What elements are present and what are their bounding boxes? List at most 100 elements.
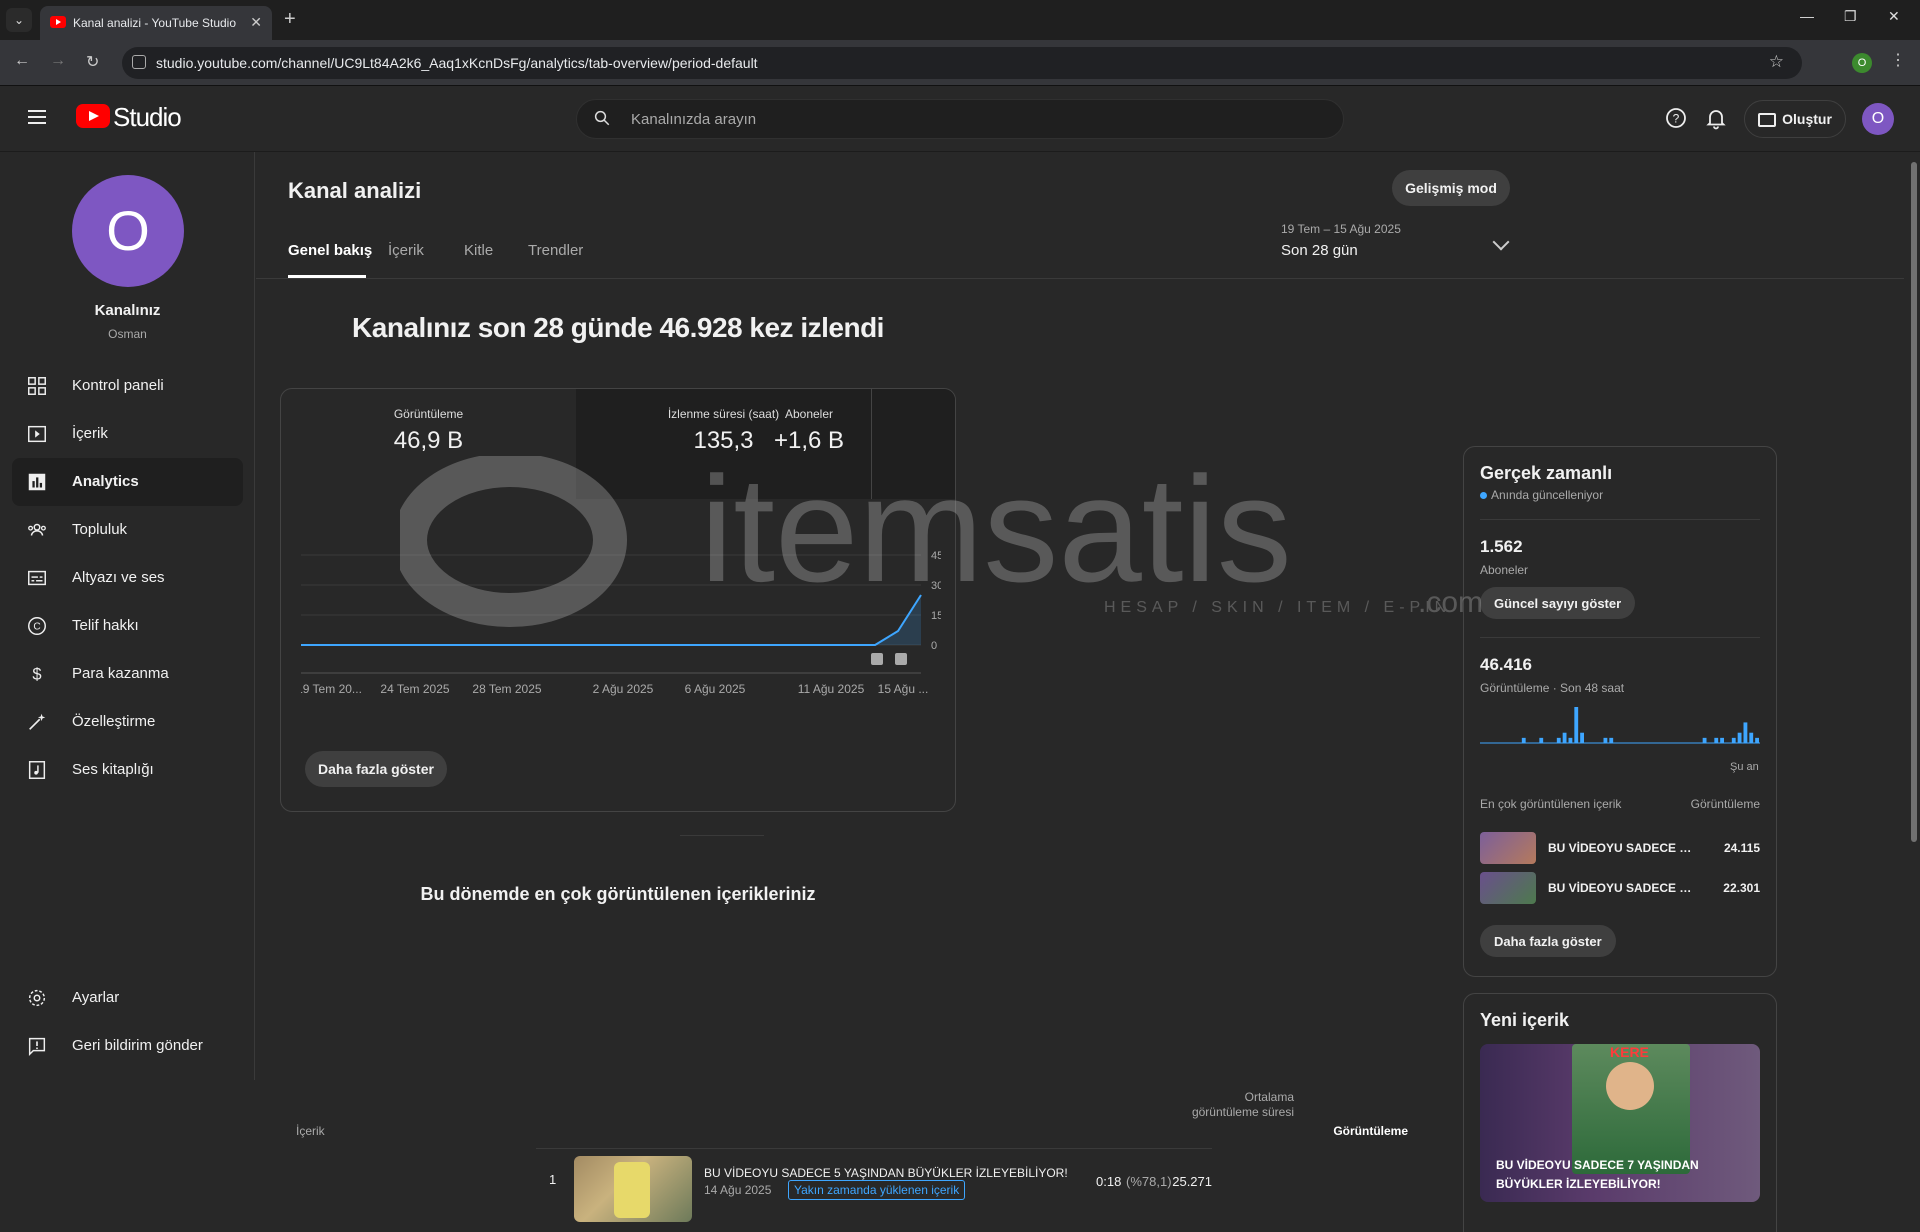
realtime-list-item[interactable]: BU VİDEOYU SADECE 7 YAŞINDAN BÜYÜKLER İZ… [1480,872,1760,904]
realtime-live-status: Anında güncelleniyor [1480,488,1603,502]
sidebar-item-community[interactable]: Topluluk [12,506,243,554]
sidebar-item-content[interactable]: İçerik [12,410,243,458]
upload-marker-icon [895,653,907,665]
magic-wand-icon [29,713,46,730]
sidebar-item-customization[interactable]: Özelleştirme [12,698,243,746]
x-tick-label: 28 Tem 2025 [472,682,541,696]
metric-divider [871,389,872,499]
browser-chrome: ⌄ Kanal analizi - YouTube Studio ✕ + — ❐… [0,0,1920,86]
sidebar-item-feedback[interactable]: Geri bildirim gönder [12,1022,243,1070]
restore-icon[interactable]: ❐ [1844,8,1857,25]
realtime-show-more-button[interactable]: Daha fazla göster [1480,925,1616,957]
realtime-bar [1702,737,1707,743]
close-window-icon[interactable]: ✕ [1888,8,1900,25]
sidebar-item-dashboard[interactable]: Kontrol paneli [12,362,243,410]
tab-overview[interactable]: Genel bakış [288,242,372,259]
video-title[interactable]: BU VİDEOYU SADECE 5 YAŞINDAN BÜYÜKLER İZ… [704,1166,1068,1180]
minimize-icon[interactable]: — [1800,8,1814,24]
channel-name: Osman [108,327,147,341]
create-button[interactable]: Oluştur [1744,100,1846,138]
recent-upload-badge: Yakın zamanda yüklenen içerik [788,1180,966,1200]
new-tab-icon[interactable]: + [284,8,296,31]
site-info-icon[interactable] [132,55,146,69]
account-avatar[interactable]: O [1862,103,1894,135]
y-tick-label: 0 [931,640,937,652]
sidebar-item-copyright[interactable]: C Telif hakkı [12,602,243,650]
table-divider [536,1148,1212,1149]
content-icon [28,425,46,443]
help-icon[interactable]: ? [1664,106,1688,130]
metric-views[interactable]: Görüntüleme 46,9 B [281,389,576,499]
metric-label: Aboneler [784,407,834,421]
youtube-logo-icon[interactable] [76,104,110,128]
views-line-chart[interactable]: 0 15,0 B 30,0 B 45,0 B 19 Tem 20... 24 Tem 20… [301,539,941,729]
overview-headline: Kanalınız son 28 günde 46.928 kez izlend… [352,312,884,343]
sidebar: O Kanalınız Osman Kontrol paneli İçerik … [0,152,255,1080]
notifications-bell-icon[interactable] [1704,106,1728,130]
create-label: Oluştur [1782,110,1832,127]
tab-search-dropdown[interactable]: ⌄ [6,8,32,32]
bookmark-star-icon[interactable]: ☆ [1769,52,1784,72]
video-views: 24.115 [1723,841,1760,855]
sidebar-item-subtitles[interactable]: Altyazı ve ses [12,554,243,602]
search-input[interactable] [631,108,1231,130]
menu-icon[interactable] [28,110,46,124]
col-header-views[interactable]: Görüntüleme [1294,1124,1408,1138]
sidebar-item-label: Altyazı ve ses [72,569,165,586]
browser-menu-icon[interactable]: ⋮ [1890,50,1906,70]
close-tab-icon[interactable]: ✕ [250,14,262,31]
new-video-thumbnail[interactable]: KERE BU VİDEOYU SADECE 7 YAŞINDAN BÜYÜKL… [1480,1044,1760,1202]
table-row[interactable]: 1 BU VİDEOYU SADECE 5 YAŞINDAN BÜYÜKLER … [536,1150,1212,1230]
scrollbar-thumb[interactable] [1911,162,1917,842]
tab-content[interactable]: İçerik [388,242,424,259]
omnibox[interactable]: studio.youtube.com/channel/UC9Lt84A2k6_A… [122,47,1802,79]
main-content: Kanal analizi Gelişmiş mod 19 Tem – 15 A… [256,152,1904,1232]
page-scrollbar[interactable] [1908,152,1920,1080]
sidebar-item-earn[interactable]: $ Para kazanma [12,650,243,698]
divider [1480,637,1760,638]
chevron-down-icon [1492,233,1510,251]
tab-audience[interactable]: Kitle [464,242,493,259]
x-tick-label: 6 Ağu 2025 [685,682,746,696]
col-header-avg-duration[interactable]: Ortalama görüntüleme süresi [1190,1090,1294,1120]
realtime-bar [1749,732,1754,743]
period-range: 19 Tem – 15 Ağu 2025 [1281,222,1401,236]
show-current-count-button[interactable]: Güncel sayıyı göster [1480,587,1636,619]
period-selector[interactable]: 19 Tem – 15 Ağu 2025 Son 28 gün [1281,222,1511,268]
video-date: 14 Ağu 2025 [704,1183,772,1197]
subtitles-icon [28,570,46,586]
realtime-bar-chart[interactable] [1480,703,1762,749]
x-tick-label: 19 Tem 20... [301,682,362,696]
back-icon[interactable]: ← [14,52,30,70]
studio-logo-text[interactable]: Studio [113,102,182,133]
copyright-icon: C [28,617,46,635]
x-tick-label: 2 Ağu 2025 [593,682,654,696]
browser-tab[interactable]: Kanal analizi - YouTube Studio ✕ [40,6,272,40]
views-col-label: Görüntüleme [1690,797,1760,811]
community-icon [28,523,46,536]
series-line [301,594,922,646]
search-icon[interactable] [593,109,611,127]
video-thumbnail[interactable] [574,1156,692,1222]
show-more-button[interactable]: Daha fazla göster [305,751,447,787]
video-views: 22.301 [1723,881,1760,895]
browser-profile-avatar[interactable]: O [1852,53,1872,73]
sidebar-item-audio-library[interactable]: Ses kitaplığı [12,746,243,794]
forward-icon[interactable]: → [50,52,66,70]
advanced-mode-button[interactable]: Gelişmiş mod [1392,170,1510,206]
realtime-title: Gerçek zamanlı [1480,463,1613,483]
thumbnail-word: KERE [1610,1044,1649,1060]
y-tick-label: 45,0 B [931,550,941,562]
realtime-bar [1574,707,1579,743]
url-text[interactable]: studio.youtube.com/channel/UC9Lt84A2k6_A… [156,55,758,71]
sidebar-item-analytics[interactable]: Analytics [12,458,243,506]
y-tick-label: 15,0 B [931,610,941,622]
tab-trends[interactable]: Trendler [528,242,583,259]
sidebar-item-label: Ses kitaplığı [72,761,154,778]
channel-avatar[interactable]: O [72,175,184,287]
x-tick-label: 11 Ağu 2025 [798,682,865,696]
sidebar-item-settings[interactable]: Ayarlar [12,974,243,1022]
reload-icon[interactable]: ↻ [86,52,99,72]
x-tick-label: 15 Ağu ... [878,682,929,696]
realtime-list-item[interactable]: BU VİDEOYU SADECE 5 YAŞINDAN BÜYÜKLER İZ… [1480,832,1760,864]
